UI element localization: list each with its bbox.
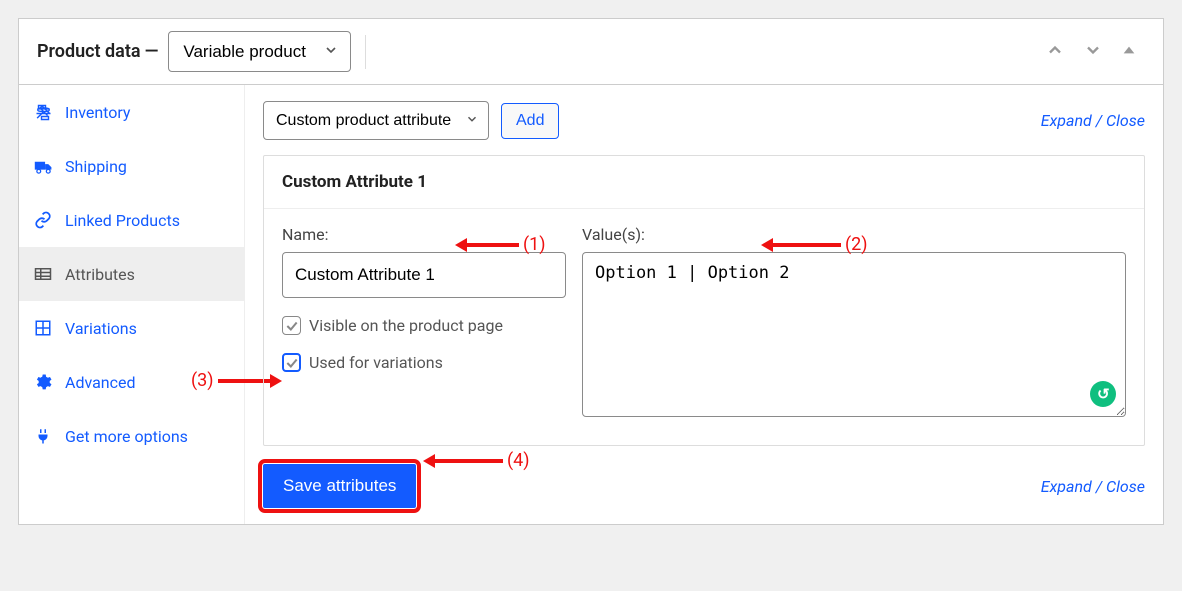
used-for-variations-label: Used for variations (309, 353, 443, 372)
panel-collapse-icon[interactable] (1121, 42, 1137, 62)
attributes-main: Custom product attribute Add Expand / Cl… (245, 85, 1163, 524)
used-for-variations-checkbox[interactable] (282, 353, 301, 372)
sidebar-item-linked-products[interactable]: Linked Products (19, 193, 244, 247)
sidebar-item-shipping[interactable]: Shipping (19, 139, 244, 193)
divider (365, 35, 366, 69)
attribute-left-col: Name: Visible on the product page Used f… (282, 225, 566, 421)
attributes-top-row: Custom product attribute Add Expand / Cl… (263, 101, 1145, 140)
attribute-right-col: Value(s): (582, 225, 1126, 421)
panel-body: Inventory Shipping Linked Products Attri… (19, 85, 1163, 524)
dash: — (145, 41, 159, 62)
close-link[interactable]: Close (1106, 477, 1145, 496)
panel-up-icon[interactable] (1045, 40, 1065, 64)
product-data-panel: Product data — Variable product Inventor… (18, 18, 1164, 525)
used-for-variations-row: Used for variations (282, 353, 566, 372)
attribute-values-input[interactable] (582, 252, 1126, 417)
sidebar-item-label: Variations (65, 319, 137, 338)
attribute-panel-title: Custom Attribute 1 (264, 156, 1144, 209)
attribute-panel: Custom Attribute 1 Name: Visible on the … (263, 155, 1145, 446)
visible-checkbox-row: Visible on the product page (282, 316, 566, 335)
sidebar-item-label: Advanced (65, 373, 136, 392)
plug-icon (33, 426, 53, 446)
attribute-name-input[interactable] (282, 252, 566, 298)
sidebar: Inventory Shipping Linked Products Attri… (19, 85, 245, 524)
close-link[interactable]: Close (1106, 111, 1145, 130)
panel-header: Product data — Variable product (19, 19, 1163, 85)
name-label: Name: (282, 225, 566, 244)
gear-icon (33, 372, 53, 392)
expand-link[interactable]: Expand (1041, 477, 1092, 496)
sidebar-item-get-more[interactable]: Get more options (19, 409, 244, 463)
expand-close-bottom: Expand / Close (1041, 477, 1145, 496)
sidebar-item-variations[interactable]: Variations (19, 301, 244, 355)
product-type-select-wrap: Variable product (168, 31, 351, 72)
attributes-icon (33, 264, 53, 284)
sidebar-item-label: Inventory (65, 103, 131, 122)
link-icon (33, 210, 53, 230)
save-attributes-button[interactable]: Save attributes (263, 464, 416, 508)
sidebar-item-label: Shipping (65, 157, 127, 176)
visible-checkbox[interactable] (282, 316, 301, 335)
variations-icon (33, 318, 53, 338)
sidebar-item-inventory[interactable]: Inventory (19, 85, 244, 139)
visible-label: Visible on the product page (309, 316, 503, 335)
values-label: Value(s): (582, 225, 1126, 244)
add-attribute-button[interactable]: Add (501, 103, 559, 139)
sidebar-item-advanced[interactable]: Advanced (19, 355, 244, 409)
grammarly-icon (1090, 381, 1116, 407)
inventory-icon (33, 102, 53, 122)
expand-close-top: Expand / Close (1041, 111, 1145, 130)
attribute-panel-body: Name: Visible on the product page Used f… (264, 209, 1144, 445)
attribute-type-select[interactable]: Custom product attribute (263, 101, 489, 140)
sidebar-item-label: Get more options (65, 427, 188, 446)
product-type-select[interactable]: Variable product (168, 31, 351, 72)
expand-link[interactable]: Expand (1041, 111, 1092, 130)
attributes-bottom-row: Save attributes Expand / Close (263, 464, 1145, 508)
sidebar-item-label: Linked Products (65, 211, 180, 230)
panel-title: Product data (37, 41, 141, 62)
sidebar-item-label: Attributes (65, 265, 135, 284)
panel-header-controls (1045, 40, 1145, 64)
panel-down-icon[interactable] (1083, 40, 1103, 64)
shipping-icon (33, 156, 53, 176)
sidebar-item-attributes[interactable]: Attributes (19, 247, 244, 301)
